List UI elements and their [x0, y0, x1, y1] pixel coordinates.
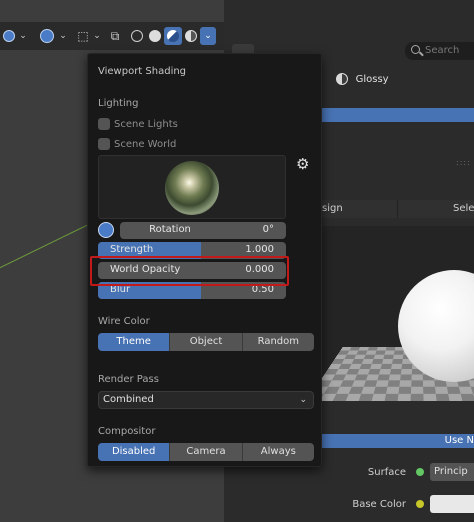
- tab-select[interactable]: Sele: [398, 200, 474, 218]
- surface-label: Surface: [367, 466, 406, 478]
- search-input[interactable]: Search: [405, 42, 474, 60]
- search-placeholder: Search: [425, 45, 460, 56]
- compositor-disabled[interactable]: Disabled: [98, 443, 171, 461]
- wire-color-random[interactable]: Random: [242, 333, 314, 351]
- solid-shading-icon[interactable]: [146, 27, 164, 45]
- surface-row: Surface Princip: [318, 462, 474, 482]
- rotation-value: 0°: [262, 224, 274, 235]
- hdri-sphere-preview: [165, 161, 219, 215]
- surface-socket-icon: [416, 468, 424, 476]
- rotation-label: Rotation: [149, 224, 191, 235]
- scene-world-toggle[interactable]: Scene World: [98, 138, 176, 150]
- render-pass-heading: Render Pass: [98, 374, 159, 385]
- world-opacity-highlight: [90, 256, 289, 286]
- wireframe-shading-icon[interactable]: [128, 27, 146, 45]
- compositor-heading: Compositor: [98, 426, 156, 437]
- scene-lights-checkbox[interactable]: [98, 118, 110, 130]
- xray-icon[interactable]: ⧉: [106, 27, 124, 45]
- base-color-label: Base Color: [352, 498, 406, 510]
- gear-icon[interactable]: ⚙: [296, 155, 309, 173]
- chevron-down-icon[interactable]: ⌄: [92, 27, 102, 45]
- scene-world-checkbox[interactable]: [98, 138, 110, 150]
- lighting-heading: Lighting: [98, 98, 139, 109]
- compositor-camera[interactable]: Camera: [170, 443, 243, 461]
- chevron-down-icon: ⌄: [299, 395, 307, 405]
- rotation-slider[interactable]: Rotation 0°: [120, 222, 286, 239]
- compositor-always[interactable]: Always: [242, 443, 314, 461]
- compositor-selector: Disabled Camera Always: [98, 443, 314, 461]
- overlay-globe-icon[interactable]: [38, 27, 56, 45]
- chevron-down-icon[interactable]: ⌄: [58, 27, 68, 45]
- shading-options-dropdown[interactable]: ⌄: [200, 27, 216, 45]
- node-tab-row: sign Sele: [318, 200, 474, 218]
- render-pass-dropdown[interactable]: Combined ⌄: [98, 391, 314, 409]
- active-slot-bar[interactable]: [318, 108, 474, 122]
- wire-color-theme[interactable]: Theme: [98, 333, 171, 351]
- chevron-down-icon[interactable]: ⌄: [18, 27, 28, 45]
- wire-color-heading: Wire Color: [98, 316, 150, 327]
- surface-value[interactable]: Princip: [430, 463, 474, 481]
- scene-lights-label: Scene Lights: [114, 118, 178, 130]
- strength-label: Strength: [110, 244, 154, 255]
- world-space-lighting-icon[interactable]: [98, 222, 114, 238]
- strength-value: 1.000: [245, 244, 274, 255]
- popover-title: Viewport Shading: [98, 66, 187, 77]
- x-axis-line: [0, 219, 99, 273]
- material-icon: [335, 73, 348, 85]
- rendered-shading-icon[interactable]: [182, 27, 200, 45]
- hdri-selector[interactable]: [98, 155, 286, 219]
- base-color-swatch[interactable]: [430, 495, 474, 513]
- search-icon: [411, 45, 420, 54]
- scene-world-label: Scene World: [114, 138, 177, 150]
- base-color-socket-icon: [416, 500, 424, 508]
- render-pass-value: Combined: [103, 394, 154, 405]
- wire-color-object[interactable]: Object: [170, 333, 243, 351]
- material-name: Glossy: [355, 73, 389, 85]
- base-color-row: Base Color: [318, 494, 474, 514]
- material-slot-row[interactable]: › Glossy: [318, 66, 474, 92]
- wire-color-selector: Theme Object Random: [98, 333, 314, 351]
- material-preview-shading-icon[interactable]: [164, 27, 182, 45]
- viewport-shading-popover: Viewport Shading Lighting Scene Lights S…: [87, 53, 322, 467]
- gizmo-icon[interactable]: ⬚: [74, 27, 92, 45]
- use-nodes-button[interactable]: Use N: [318, 434, 474, 448]
- tab-assign[interactable]: sign: [318, 200, 398, 218]
- resize-handle[interactable]: ::::: [456, 158, 471, 167]
- editor-type-icon[interactable]: [0, 27, 18, 45]
- material-preview: [318, 226, 474, 401]
- scene-lights-toggle[interactable]: Scene Lights: [98, 118, 178, 130]
